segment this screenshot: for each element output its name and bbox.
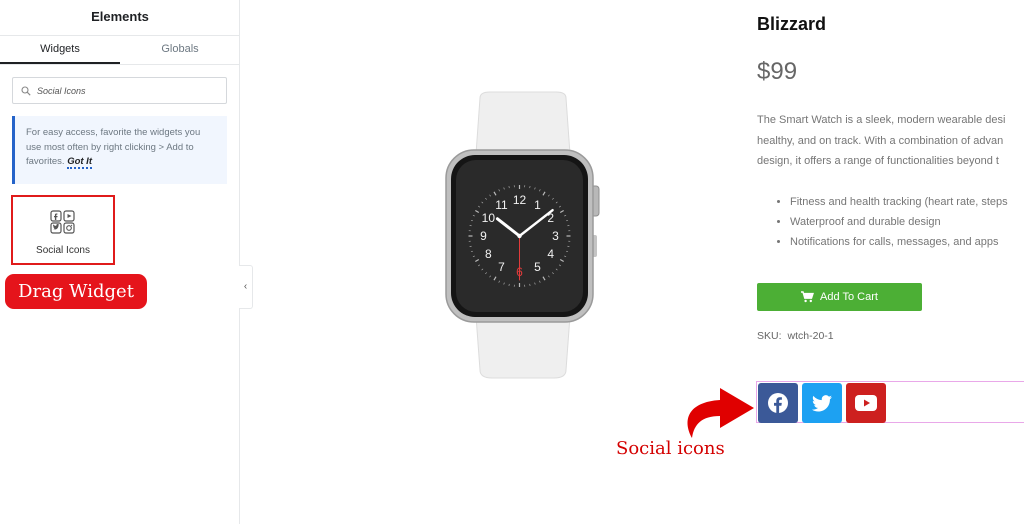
tab-globals[interactable]: Globals	[120, 36, 240, 64]
description-line: design, it offers a range of functionali…	[757, 155, 999, 167]
got-it-link[interactable]: Got It	[67, 156, 92, 169]
sku-label: SKU:	[757, 330, 782, 342]
social-icons-widget-row	[756, 381, 1024, 423]
add-to-cart-label: Add To Cart	[820, 291, 878, 303]
panel-title: Elements	[0, 0, 240, 36]
facebook-icon	[768, 393, 788, 413]
notice-text: For easy access, favorite the widgets yo…	[26, 127, 201, 167]
dial-numeral: 7	[498, 260, 505, 274]
curved-arrow-icon	[687, 388, 754, 438]
dial-numeral: 1	[534, 198, 541, 212]
feature-list: Fitness and health tracking (heart rate,…	[776, 192, 1024, 252]
product-description: The Smart Watch is a sleek, modern weara…	[757, 110, 1024, 172]
dial-numeral: 12	[513, 193, 527, 207]
dial-numeral: 10	[482, 211, 496, 225]
add-to-cart-button[interactable]: Add To Cart	[757, 283, 922, 311]
product-image: 121234567891011	[445, 91, 600, 379]
dial-numeral: 5	[534, 260, 541, 274]
facebook-button[interactable]	[758, 383, 798, 423]
sku: SKU: wtch-20-1	[757, 330, 834, 342]
social-icons-annotation: Social icons	[616, 438, 725, 459]
description-line: The Smart Watch is a sleek, modern weara…	[757, 114, 1006, 126]
search-input[interactable]	[37, 85, 217, 96]
social-icons-widget[interactable]: Social Icons	[11, 195, 115, 265]
dial-numeral: 8	[485, 247, 492, 261]
youtube-icon	[855, 395, 877, 411]
product-price: $99	[757, 58, 798, 85]
dial-numeral: 9	[480, 229, 487, 243]
feature-item: Notifications for calls, messages, and a…	[790, 232, 1024, 252]
twitter-icon	[812, 394, 832, 411]
search-icon	[21, 85, 31, 96]
sku-value: wtch-20-1	[787, 330, 834, 342]
youtube-button[interactable]	[846, 383, 886, 423]
dial-numeral: 4	[547, 247, 554, 261]
watch-band-top	[475, 91, 571, 155]
cart-icon	[801, 291, 815, 303]
dial-numeral: 11	[495, 198, 508, 212]
twitter-button[interactable]	[802, 383, 842, 423]
feature-item: Fitness and health tracking (heart rate,…	[790, 192, 1024, 212]
social-icons-widget-icon	[50, 210, 75, 234]
description-line: healthy, and on track. With a combinatio…	[757, 134, 1004, 147]
collapse-panel-button[interactable]: ‹	[239, 265, 253, 309]
widget-label: Social Icons	[36, 245, 90, 256]
watch-band-bottom	[475, 315, 571, 379]
drag-widget-annotation: Drag Widget	[5, 274, 147, 309]
widget-search[interactable]	[12, 77, 227, 104]
dial-numeral: 3	[552, 229, 559, 243]
dial-center	[517, 233, 522, 239]
favorites-notice: For easy access, favorite the widgets yo…	[12, 116, 227, 184]
panel-tabs: Widgets Globals	[0, 36, 240, 65]
tab-widgets[interactable]: Widgets	[0, 36, 120, 64]
elements-panel: Elements Widgets Globals For easy access…	[0, 0, 240, 524]
feature-item: Waterproof and durable design	[790, 212, 1024, 232]
product-title: Blizzard	[757, 14, 827, 34]
